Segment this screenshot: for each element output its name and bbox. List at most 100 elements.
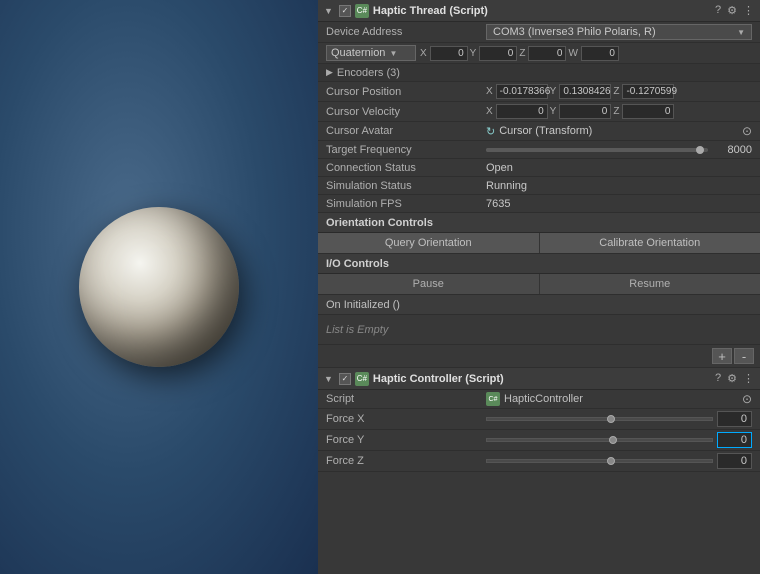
- force-y-row: Force Y 0: [318, 430, 760, 451]
- force-x-row: Force X 0: [318, 409, 760, 430]
- cursor-avatar-select-icon[interactable]: ⊙: [742, 124, 752, 138]
- cp-y-field[interactable]: 0.1308426: [559, 84, 611, 99]
- force-z-slider[interactable]: 0: [486, 453, 752, 469]
- cursor-avatar-icon: ↻: [486, 125, 495, 138]
- freq-track[interactable]: [486, 148, 708, 152]
- io-buttons-row: Pause Resume: [318, 274, 760, 295]
- force-y-track[interactable]: [486, 438, 713, 442]
- script-value: C# HapticController ⊙: [486, 392, 752, 406]
- orientation-controls-header: Orientation Controls: [318, 213, 760, 233]
- q-x-field[interactable]: 0: [430, 46, 468, 61]
- haptic-controller-icon: C#: [355, 372, 369, 386]
- cv-x-field[interactable]: 0: [496, 104, 548, 119]
- target-frequency-value: 8000: [712, 144, 752, 156]
- io-controls-header: I/O Controls: [318, 254, 760, 274]
- force-z-row: Force Z 0: [318, 451, 760, 472]
- force-z-value[interactable]: 0: [717, 453, 752, 469]
- cp-x-field[interactable]: -0.0178366: [496, 84, 548, 99]
- on-initialized-body: List is Empty: [318, 315, 760, 345]
- orientation-controls-title: Orientation Controls: [326, 217, 433, 229]
- device-address-dropdown[interactable]: COM3 (Inverse3 Philo Polaris, R) ▼: [486, 24, 752, 40]
- q-y-field[interactable]: 0: [479, 46, 517, 61]
- force-x-thumb[interactable]: [607, 415, 615, 423]
- simulation-fps-label: Simulation FPS: [326, 198, 486, 210]
- encoders-arrow: ▶: [326, 67, 333, 78]
- force-y-thumb[interactable]: [609, 436, 617, 444]
- cursor-avatar-row: Cursor Avatar ↻ Cursor (Transform) ⊙: [318, 122, 760, 141]
- force-x-track[interactable]: [486, 417, 713, 421]
- haptic-thread-help-icon[interactable]: ?: [715, 4, 721, 17]
- device-address-row: Device Address COM3 (Inverse3 Philo Pola…: [318, 22, 760, 43]
- cv-y-label: Y: [550, 106, 557, 117]
- force-y-value[interactable]: 0: [717, 432, 752, 448]
- haptic-thread-more-icon[interactable]: ⋮: [743, 4, 754, 17]
- force-z-label: Force Z: [326, 455, 486, 467]
- target-frequency-row: Target Frequency 8000: [318, 141, 760, 159]
- cp-x-label: X: [486, 86, 493, 97]
- inspector-panel: ▼ ✓ C# Haptic Thread (Script) ? ⚙ ⋮ Devi…: [318, 0, 760, 574]
- cursor-velocity-label: Cursor Velocity: [326, 106, 486, 118]
- haptic-controller-header: ▼ ✓ C# Haptic Controller (Script) ? ⚙ ⋮: [318, 368, 760, 390]
- on-initialized-label: On Initialized (): [326, 299, 400, 311]
- script-target-icon[interactable]: ⊙: [742, 392, 752, 406]
- connection-status-row: Connection Status Open: [318, 159, 760, 177]
- 3d-sphere: [79, 207, 239, 367]
- quaternion-label: Quaternion: [331, 47, 385, 59]
- cursor-position-row: Cursor Position X -0.0178366 Y 0.1308426…: [318, 82, 760, 102]
- encoders-row[interactable]: ▶ Encoders (3): [318, 64, 760, 82]
- q-z-label: Z: [519, 48, 525, 59]
- force-y-label: Force Y: [326, 434, 486, 446]
- haptic-thread-icon: C#: [355, 4, 369, 18]
- force-y-slider[interactable]: 0: [486, 432, 752, 448]
- device-address-arrow: ▼: [737, 28, 745, 37]
- resume-button[interactable]: Resume: [540, 274, 760, 294]
- script-icon: C#: [486, 392, 500, 406]
- orientation-buttons-row: Query Orientation Calibrate Orientation: [318, 233, 760, 254]
- encoders-label: Encoders (3): [337, 67, 400, 79]
- connection-status-value: Open: [486, 162, 752, 174]
- haptic-controller-header-icons: ? ⚙ ⋮: [715, 372, 754, 385]
- query-orientation-button[interactable]: Query Orientation: [318, 233, 540, 253]
- force-z-track[interactable]: [486, 459, 713, 463]
- haptic-controller-checkbox[interactable]: ✓: [339, 373, 351, 385]
- collapse-arrow-haptic-controller[interactable]: ▼: [324, 374, 333, 384]
- simulation-status-value: Running: [486, 180, 752, 192]
- haptic-thread-checkbox[interactable]: ✓: [339, 5, 351, 17]
- haptic-controller-more-icon[interactable]: ⋮: [743, 372, 754, 385]
- simulation-fps-row: Simulation FPS 7635: [318, 195, 760, 213]
- force-z-thumb[interactable]: [607, 457, 615, 465]
- list-empty-text: List is Empty: [326, 324, 388, 336]
- add-event-button[interactable]: +: [712, 348, 732, 364]
- cv-x-label: X: [486, 106, 493, 117]
- calibrate-orientation-button[interactable]: Calibrate Orientation: [540, 233, 760, 253]
- force-x-slider[interactable]: 0: [486, 411, 752, 427]
- cp-z-field[interactable]: -0.1270599: [622, 84, 674, 99]
- haptic-thread-settings-icon[interactable]: ⚙: [727, 4, 737, 17]
- haptic-controller-title: Haptic Controller (Script): [373, 373, 711, 385]
- script-row: Script C# HapticController ⊙: [318, 390, 760, 409]
- haptic-controller-settings-icon[interactable]: ⚙: [727, 372, 737, 385]
- q-w-field[interactable]: 0: [581, 46, 619, 61]
- q-z-field[interactable]: 0: [528, 46, 566, 61]
- remove-event-button[interactable]: -: [734, 348, 754, 364]
- 3d-viewport[interactable]: [0, 0, 318, 574]
- cursor-avatar-value: ↻ Cursor (Transform) ⊙: [486, 124, 752, 138]
- quaternion-dropdown[interactable]: Quaternion ▼: [326, 45, 416, 61]
- simulation-fps-value: 7635: [486, 198, 752, 210]
- haptic-controller-help-icon[interactable]: ?: [715, 372, 721, 385]
- cv-y-field[interactable]: 0: [559, 104, 611, 119]
- haptic-thread-header: ▼ ✓ C# Haptic Thread (Script) ? ⚙ ⋮: [318, 0, 760, 22]
- on-initialized-header: On Initialized (): [318, 295, 760, 315]
- force-x-value[interactable]: 0: [717, 411, 752, 427]
- cv-z-field[interactable]: 0: [622, 104, 674, 119]
- haptic-thread-title: Haptic Thread (Script): [373, 5, 711, 17]
- haptic-thread-header-icons: ? ⚙ ⋮: [715, 4, 754, 17]
- connection-status-label: Connection Status: [326, 162, 486, 174]
- quaternion-xyzw: X 0 Y 0 Z 0 W 0: [420, 46, 752, 61]
- cp-y-label: Y: [550, 86, 557, 97]
- pause-button[interactable]: Pause: [318, 274, 540, 294]
- target-frequency-slider[interactable]: 8000: [486, 144, 752, 156]
- freq-thumb[interactable]: [696, 146, 704, 154]
- collapse-arrow-haptic-thread[interactable]: ▼: [324, 6, 333, 16]
- force-x-label: Force X: [326, 413, 486, 425]
